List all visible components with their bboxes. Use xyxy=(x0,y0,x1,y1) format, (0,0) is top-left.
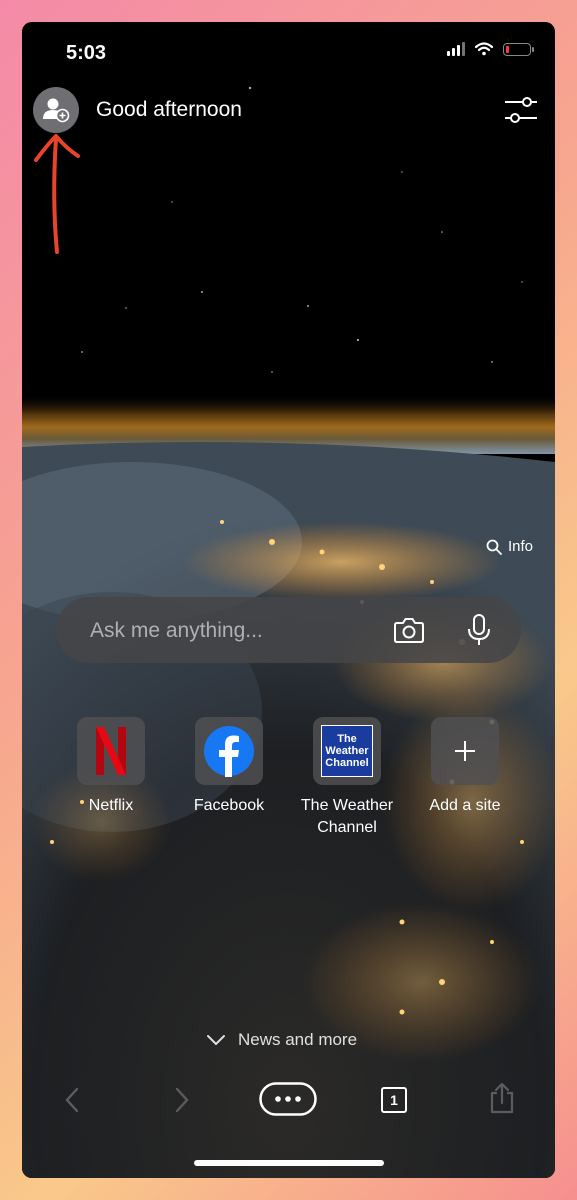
chevron-down-icon xyxy=(207,1035,225,1046)
netflix-icon xyxy=(77,717,145,785)
news-and-more-button[interactable]: News and more xyxy=(206,1030,357,1050)
tile-weather-channel[interactable]: The Weather Channel The Weather Channel xyxy=(282,717,412,839)
weather-channel-icon: The Weather Channel xyxy=(313,717,381,785)
tile-netflix[interactable]: Netflix xyxy=(46,717,176,817)
facebook-icon xyxy=(195,717,263,785)
tile-label: Netflix xyxy=(88,797,134,814)
tile-facebook[interactable]: Facebook xyxy=(164,717,294,817)
tile-label: Add a site xyxy=(429,797,501,814)
camera-icon[interactable] xyxy=(393,615,425,645)
status-icons xyxy=(447,42,534,56)
cellular-signal-icon xyxy=(447,42,465,56)
battery-icon xyxy=(503,42,534,56)
annotation-arrow-icon xyxy=(34,134,80,254)
info-label: Info xyxy=(507,538,533,555)
plus-icon xyxy=(431,717,499,785)
forward-arrow-icon[interactable] xyxy=(170,1086,192,1114)
status-time: 5:03 xyxy=(66,42,107,64)
back-arrow-icon[interactable] xyxy=(62,1086,84,1114)
greeting-text: Good afternoon xyxy=(96,98,242,121)
tile-add-site[interactable]: Add a site xyxy=(400,717,530,817)
more-menu-icon[interactable] xyxy=(259,1082,317,1116)
tabs-button[interactable]: 1 xyxy=(381,1087,407,1113)
settings-sliders-icon[interactable] xyxy=(503,94,539,126)
search-bar[interactable]: Ask me anything... xyxy=(56,597,521,663)
add-profile-icon xyxy=(43,98,70,123)
weather-channel-logo-text: The Weather Channel xyxy=(325,733,369,769)
share-icon[interactable] xyxy=(489,1082,515,1114)
search-input[interactable]: Ask me anything... xyxy=(90,619,263,643)
microphone-icon[interactable] xyxy=(467,613,491,647)
tile-label: The Weather Channel xyxy=(300,797,394,836)
home-indicator[interactable] xyxy=(194,1160,384,1166)
wifi-icon xyxy=(475,42,493,56)
wallpaper-info-button[interactable]: Info xyxy=(486,538,533,555)
tile-label: Facebook xyxy=(193,797,265,814)
phone-screen: 5:03 Good afternoon Info Ask me anything… xyxy=(22,22,555,1178)
news-label: News and more xyxy=(238,1030,358,1049)
search-icon xyxy=(486,539,502,555)
profile-avatar-button[interactable] xyxy=(33,87,79,133)
